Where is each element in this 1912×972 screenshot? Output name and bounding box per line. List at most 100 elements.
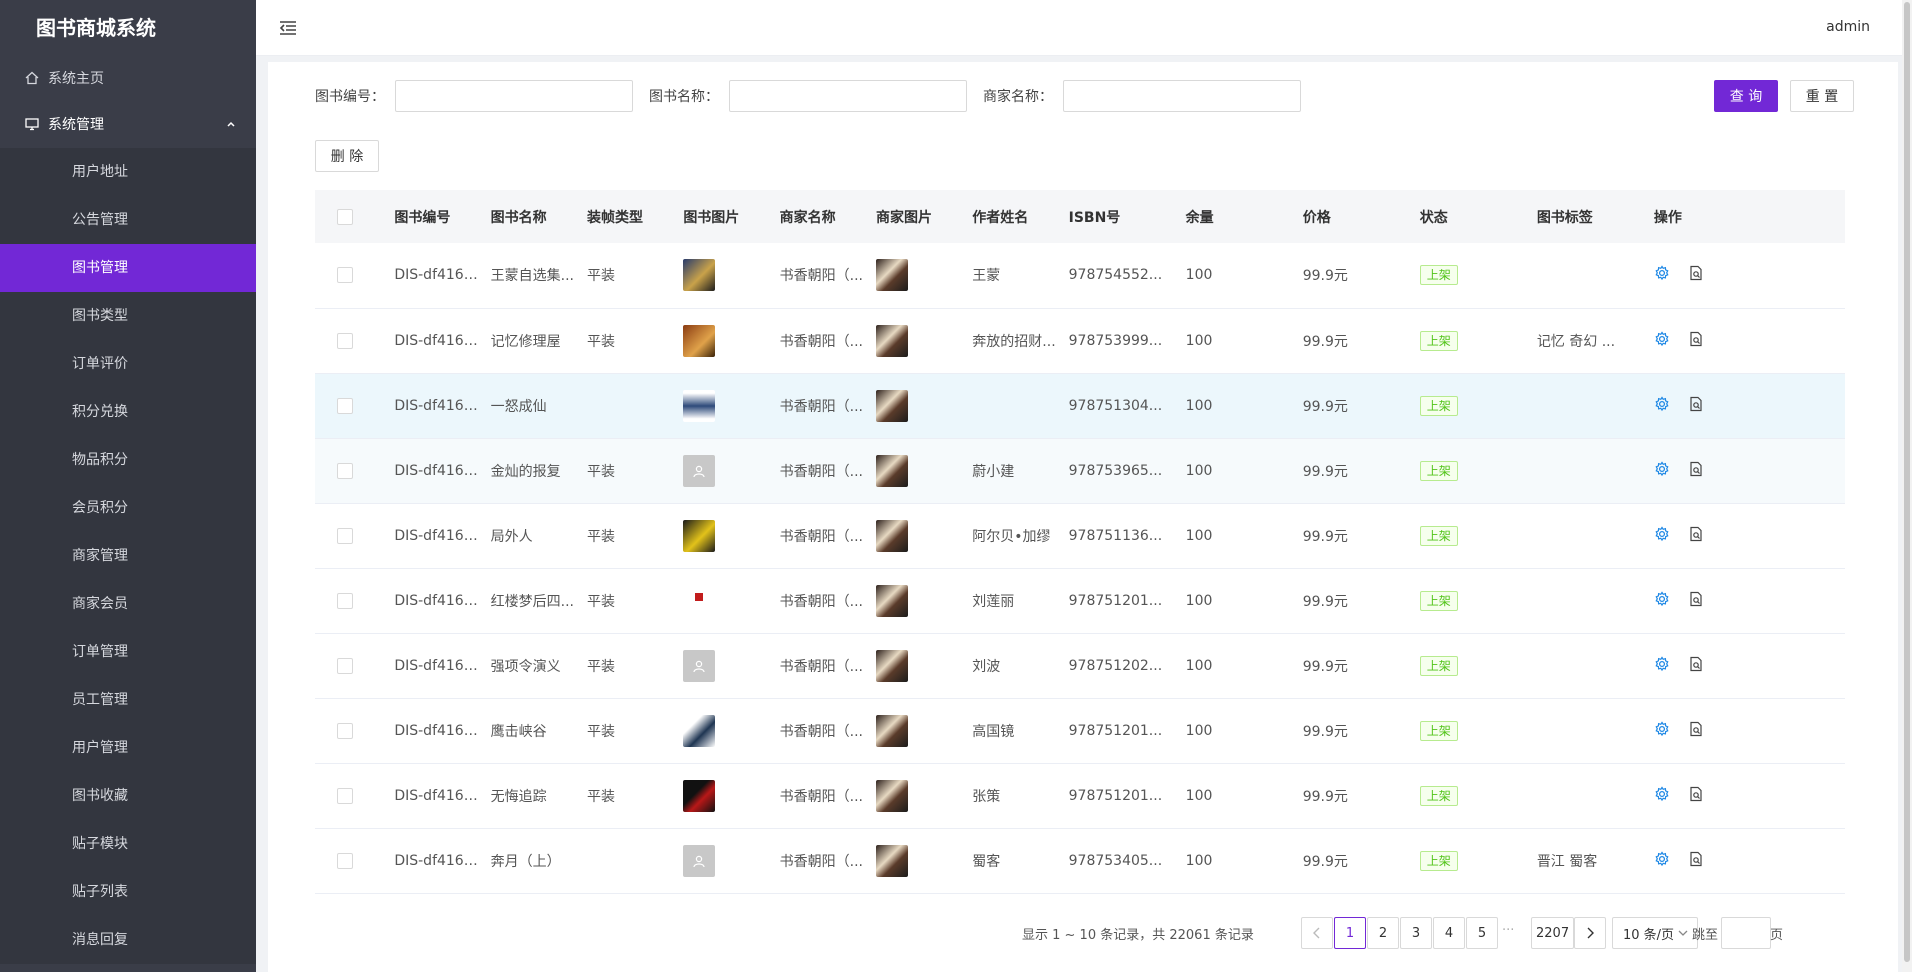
sidebar-group-system[interactable]: 系统管理	[0, 100, 256, 148]
next-page-button[interactable]	[1574, 917, 1606, 949]
sidebar-item-12[interactable]: 员工管理	[0, 676, 256, 724]
book-cover-image[interactable]	[683, 584, 716, 617]
row-checkbox[interactable]	[337, 852, 353, 869]
sidebar-item-15[interactable]: 贴子模块	[0, 820, 256, 868]
shop-name-input[interactable]	[1063, 80, 1301, 112]
view-detail-icon[interactable]	[1688, 591, 1706, 609]
book-cover-image[interactable]	[683, 389, 716, 422]
menu-fold-icon[interactable]	[278, 18, 298, 38]
sidebar-item-9[interactable]: 商家管理	[0, 532, 256, 580]
gear-icon[interactable]	[1654, 330, 1672, 349]
sidebar-item-home[interactable]: 系统主页	[0, 56, 256, 100]
gear-icon[interactable]	[1654, 525, 1672, 544]
table-row[interactable]: DIS-df4163... 金灿的报复 平装 书香朝阳（... 蔚小建 978753965…	[315, 438, 1845, 504]
view-detail-icon[interactable]	[1688, 461, 1706, 479]
prev-page-button[interactable]	[1301, 917, 1333, 949]
sidebar-item-10[interactable]: 商家会员	[0, 580, 256, 628]
image-placeholder-icon[interactable]	[683, 844, 716, 877]
sidebar-item-2[interactable]: 公告管理	[0, 196, 256, 244]
book-cover-image[interactable]	[683, 259, 716, 292]
table-row[interactable]: DIS-df4169... 无悔追踪 平装 书香朝阳（... 张策 978751201..…	[315, 763, 1845, 829]
shop-image[interactable]	[875, 259, 908, 292]
sidebar-item-6[interactable]: 积分兑换	[0, 388, 256, 436]
scrollbar-thumb[interactable]	[1904, 2, 1910, 962]
shop-image[interactable]	[875, 389, 908, 422]
row-checkbox[interactable]	[337, 397, 353, 414]
view-detail-icon[interactable]	[1688, 526, 1706, 544]
shop-image[interactable]	[875, 519, 908, 552]
sidebar-item-17[interactable]: 消息回复	[0, 916, 256, 964]
sidebar-item-16[interactable]: 贴子列表	[0, 868, 256, 916]
row-checkbox[interactable]	[337, 592, 353, 609]
view-detail-icon[interactable]	[1688, 656, 1706, 674]
row-checkbox[interactable]	[337, 462, 353, 479]
scrollbar[interactable]	[1902, 0, 1912, 972]
view-detail-icon[interactable]	[1688, 331, 1706, 349]
row-checkbox[interactable]	[337, 657, 353, 674]
sidebar-item-5[interactable]: 订单评价	[0, 340, 256, 388]
sidebar-item-8[interactable]: 会员积分	[0, 484, 256, 532]
select-all-checkbox[interactable]	[337, 208, 353, 225]
sidebar-item-14[interactable]: 图书收藏	[0, 772, 256, 820]
row-checkbox[interactable]	[337, 267, 353, 284]
table-row[interactable]: DIS-df4162... 一怒成仙 书香朝阳（... 978751304... 100…	[315, 373, 1845, 439]
table-row[interactable]: DIS-df416a... 奔月（上） 书香朝阳（... 蜀客 978753405...…	[315, 828, 1845, 894]
book-cover-image[interactable]	[683, 779, 716, 812]
page-4[interactable]: 4	[1433, 917, 1465, 949]
book-cover-image[interactable]	[683, 324, 716, 357]
view-detail-icon[interactable]	[1688, 721, 1706, 739]
row-checkbox[interactable]	[337, 332, 353, 349]
delete-button[interactable]: 删 除	[315, 140, 379, 172]
sidebar-item-4[interactable]: 图书类型	[0, 292, 256, 340]
gear-icon[interactable]	[1654, 395, 1672, 414]
page-5[interactable]: 5	[1466, 917, 1498, 949]
table-row[interactable]: DIS-df4161... 记忆修理屋 平装 书香朝阳（... 奔放的招财... 9787…	[315, 308, 1845, 374]
page-3[interactable]: 3	[1400, 917, 1432, 949]
gear-icon[interactable]	[1654, 265, 1672, 283]
reset-button[interactable]: 重 置	[1790, 80, 1854, 112]
table-row[interactable]: DIS-df4160... 王蒙自选集... 平装 书香朝阳（... 王蒙 9787545…	[315, 243, 1845, 309]
view-detail-icon[interactable]	[1688, 396, 1706, 414]
shop-image[interactable]	[875, 324, 908, 357]
book-cover-image[interactable]	[683, 519, 716, 552]
view-detail-icon[interactable]	[1688, 786, 1706, 804]
page-ellipsis[interactable]: ···	[1502, 923, 1514, 938]
row-checkbox[interactable]	[337, 722, 353, 739]
book-no-input[interactable]	[395, 80, 633, 112]
image-placeholder-icon[interactable]	[683, 649, 716, 682]
sidebar-item-11[interactable]: 订单管理	[0, 628, 256, 676]
view-detail-icon[interactable]	[1688, 265, 1706, 283]
row-checkbox[interactable]	[337, 527, 353, 544]
view-detail-icon[interactable]	[1688, 851, 1706, 869]
book-cover-image[interactable]	[683, 714, 716, 747]
row-checkbox[interactable]	[337, 787, 353, 804]
table-row[interactable]: DIS-df4168... 鹰击峡谷 平装 书香朝阳（... 高国镜 978751201.…	[315, 698, 1845, 764]
query-button[interactable]: 查 询	[1714, 80, 1778, 112]
sidebar-item-13[interactable]: 用户管理	[0, 724, 256, 772]
jump-page-input[interactable]	[1721, 917, 1771, 949]
table-row[interactable]: DIS-df4165... 红楼梦后四... 平装 书香朝阳（... 刘莲丽 978751…	[315, 568, 1845, 634]
gear-icon[interactable]	[1654, 655, 1672, 674]
shop-image[interactable]	[875, 584, 908, 617]
user-name[interactable]: admin	[1826, 19, 1870, 35]
gear-icon[interactable]	[1654, 460, 1672, 479]
table-row[interactable]: DIS-df4167... 强项令演义 平装 书香朝阳（... 刘波 978751202.…	[315, 633, 1845, 699]
gear-icon[interactable]	[1654, 850, 1672, 869]
gear-icon[interactable]	[1654, 590, 1672, 609]
image-placeholder-icon[interactable]	[683, 454, 716, 487]
shop-image[interactable]	[875, 649, 908, 682]
table-row[interactable]: DIS-df4164... 局外人 平装 书香朝阳（... 阿尔贝•加缪 97875113…	[315, 503, 1845, 569]
page-last[interactable]: 2207	[1531, 917, 1575, 949]
sidebar-item-3[interactable]: 图书管理	[0, 244, 256, 292]
shop-image[interactable]	[875, 714, 908, 747]
sidebar-item-7[interactable]: 物品积分	[0, 436, 256, 484]
page-1[interactable]: 1	[1334, 917, 1366, 949]
shop-image[interactable]	[875, 454, 908, 487]
shop-image[interactable]	[875, 844, 908, 877]
shop-image[interactable]	[875, 779, 908, 812]
gear-icon[interactable]	[1654, 785, 1672, 804]
book-name-input[interactable]	[729, 80, 967, 112]
sidebar-item-1[interactable]: 用户地址	[0, 148, 256, 196]
gear-icon[interactable]	[1654, 720, 1672, 739]
page-size-select[interactable]: 10 条/页	[1612, 917, 1698, 949]
